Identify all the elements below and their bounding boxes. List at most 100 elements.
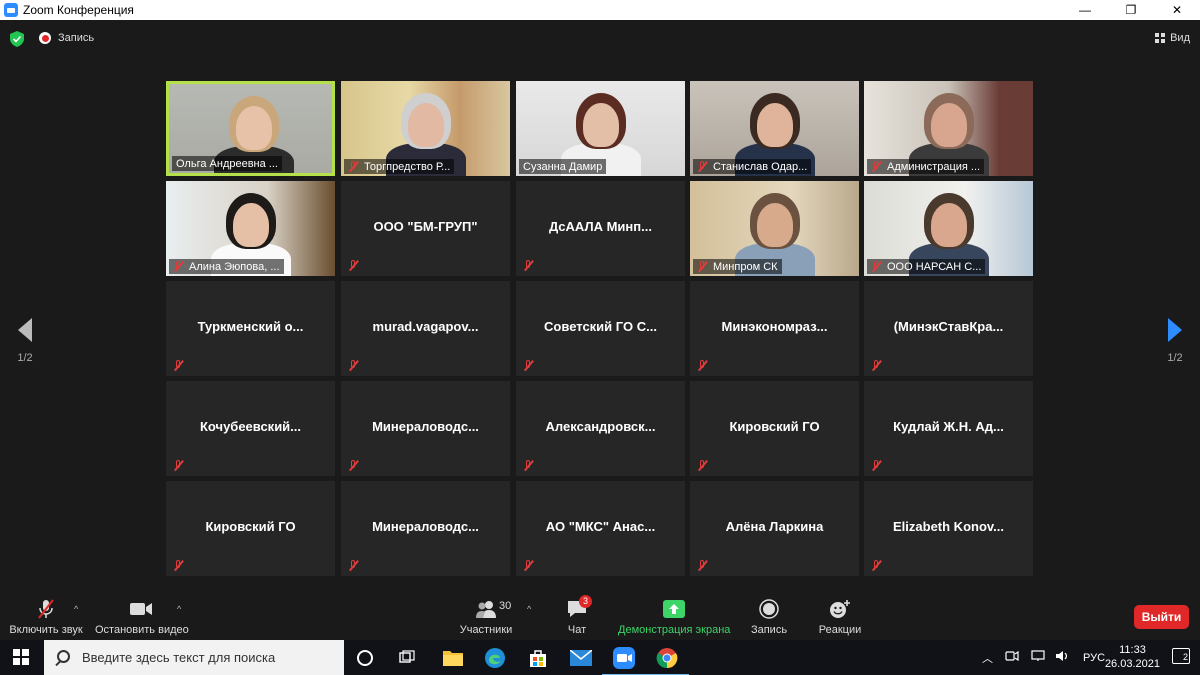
muted-mic-icon	[697, 261, 708, 272]
zoom-icon	[4, 3, 18, 17]
participant-tile[interactable]: Сузанна Дамир	[516, 81, 685, 176]
participant-name: ООО НАРСАН С...	[887, 260, 982, 273]
muted-mic-icon	[348, 460, 359, 471]
minimize-button[interactable]: —	[1062, 0, 1108, 20]
arrow-left-icon	[18, 318, 32, 342]
participant-name: Кировский ГО	[729, 419, 820, 434]
participant-tile[interactable]: Elizabeth Konov...	[864, 481, 1033, 576]
participant-name: Кировский ГО	[205, 519, 296, 534]
participant-tile[interactable]: ООО "БМ-ГРУП"	[341, 181, 510, 276]
participant-name: Ольга Андреевна ...	[176, 157, 278, 170]
muted-mic-icon	[697, 460, 708, 471]
stop-video-button[interactable]: Остановить видео	[95, 598, 189, 636]
chat-button[interactable]: 3 Чат	[562, 595, 593, 636]
network-icon[interactable]	[1031, 650, 1045, 665]
search-icon	[54, 649, 70, 666]
window-title: Zoom Конференция	[23, 3, 134, 17]
participant-tile[interactable]: Минераловодс...	[341, 481, 510, 576]
zoom-taskbar-icon[interactable]	[602, 645, 646, 675]
participant-name: Минэкономраз...	[721, 319, 828, 334]
windows-start-icon[interactable]	[13, 649, 29, 665]
muted-mic-icon	[348, 260, 359, 271]
participant-tile[interactable]: Советский ГО С...	[516, 281, 685, 376]
participant-tile[interactable]: Минэкономраз...	[690, 281, 859, 376]
mail-icon[interactable]	[568, 645, 594, 671]
participant-tile[interactable]: Кировский ГО	[166, 481, 335, 576]
participant-tile[interactable]: Администрация ...	[864, 81, 1033, 176]
cortana-icon[interactable]	[352, 645, 378, 671]
taskbar-search-box[interactable]: Введите здесь текст для поиска	[44, 640, 344, 675]
chat-icon: 3	[562, 595, 593, 620]
previous-page-button[interactable]: 1/2	[10, 318, 40, 364]
participant-tile[interactable]: Кочубеевский...	[166, 381, 335, 476]
muted-mic-icon	[523, 260, 534, 271]
close-button[interactable]: ✕	[1154, 0, 1200, 20]
video-camera-icon	[95, 598, 187, 620]
participant-tile[interactable]: Станислав Одар...	[690, 81, 859, 176]
edge-browser-icon[interactable]	[482, 645, 508, 671]
participant-tile[interactable]: Туркменский о...	[166, 281, 335, 376]
reactions-button[interactable]: Реакции	[818, 598, 862, 636]
participant-name: murad.vagapov...	[372, 319, 479, 334]
participant-name: Сузанна Дамир	[523, 160, 603, 173]
share-screen-label: Демонстрация экрана	[618, 624, 731, 636]
muted-mic-icon	[523, 560, 534, 571]
record-button[interactable]: Запись	[750, 598, 788, 636]
next-page-button[interactable]: 1/2	[1160, 318, 1190, 364]
task-view-icon[interactable]	[394, 645, 420, 671]
title-bar: Zoom Конференция — ❐ ✕	[0, 0, 1200, 20]
restore-button[interactable]: ❐	[1108, 0, 1154, 20]
chrome-icon[interactable]	[645, 645, 689, 675]
recording-indicator[interactable]: Запись	[39, 32, 94, 44]
participant-tile[interactable]: Алина Эюпова, ...	[166, 181, 335, 276]
taskbar-clock[interactable]: 11:33 26.03.2021	[1105, 643, 1160, 671]
person-silhouette	[583, 103, 619, 147]
unmute-label: Включить звук	[9, 624, 83, 636]
participants-label: Участники	[459, 624, 513, 636]
video-options-caret[interactable]: ^	[177, 604, 181, 614]
input-language[interactable]: РУС	[1083, 652, 1105, 664]
participant-tile[interactable]: АО "МКС" Анас...	[516, 481, 685, 576]
participant-name-label: Станислав Одар...	[693, 159, 812, 174]
store-icon[interactable]	[525, 645, 551, 671]
muted-mic-icon	[173, 360, 184, 371]
participant-tile[interactable]: Минераловодс...	[341, 381, 510, 476]
participant-tile[interactable]: Торгпредство Р...	[341, 81, 510, 176]
view-button[interactable]: Вид	[1155, 32, 1190, 44]
participant-name: ООО "БМ-ГРУП"	[373, 219, 478, 234]
participant-tile[interactable]: ДсААЛА Минп...	[516, 181, 685, 276]
reactions-label: Реакции	[818, 624, 862, 636]
participant-name: АО "МКС" Анас...	[545, 519, 656, 534]
participant-tile[interactable]: Александровск...	[516, 381, 685, 476]
participant-tile[interactable]: ООО НАРСАН С...	[864, 181, 1033, 276]
notifications-icon[interactable]: 2	[1172, 648, 1190, 664]
participant-tile[interactable]: murad.vagapov...	[341, 281, 510, 376]
leave-button[interactable]: Выйти	[1134, 605, 1189, 629]
chat-label: Чат	[567, 624, 587, 636]
meeting-toolbar: Включить звук ^ Остановить видео ^ Участ…	[0, 590, 1200, 640]
muted-mic-icon	[8, 598, 84, 620]
system-tray: ︿ РУС	[982, 640, 1105, 675]
chevron-up-icon[interactable]: ︿	[982, 650, 993, 666]
participant-tile[interactable]: Кудлай Ж.Н. Ад...	[864, 381, 1033, 476]
participants-options-caret[interactable]: ^	[527, 604, 531, 614]
participant-tile[interactable]: (МинэкСтавКра...	[864, 281, 1033, 376]
participant-name-label: ООО НАРСАН С...	[867, 259, 986, 274]
clock-time: 11:33	[1119, 644, 1146, 656]
participant-name-label: Алина Эюпова, ...	[169, 259, 284, 274]
recording-label: Запись	[58, 32, 95, 44]
participant-name-label: Ольга Андреевна ...	[172, 156, 282, 171]
audio-options-caret[interactable]: ^	[74, 604, 78, 614]
participant-tile[interactable]: Минпром СК	[690, 181, 859, 276]
participant-name: Алёна Ларкина	[725, 519, 824, 534]
meet-now-icon[interactable]	[1005, 650, 1019, 665]
participant-tile[interactable]: Ольга Андреевна ...	[166, 81, 335, 176]
participant-tile[interactable]: Алёна Ларкина	[690, 481, 859, 576]
shield-icon[interactable]	[10, 31, 24, 47]
participant-tile[interactable]: Кировский ГО	[690, 381, 859, 476]
participant-name-label: Сузанна Дамир	[519, 159, 607, 174]
unmute-button[interactable]: Включить звук	[8, 598, 84, 636]
volume-icon[interactable]	[1055, 650, 1069, 665]
file-explorer-icon[interactable]	[440, 645, 466, 671]
share-screen-button[interactable]: Демонстрация экрана	[618, 598, 730, 636]
